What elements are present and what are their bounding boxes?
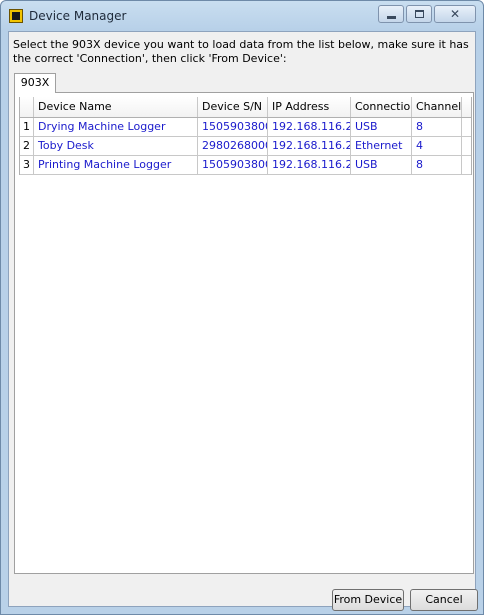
table-row[interactable]: 1 Drying Machine Logger 15059038002 192.… xyxy=(20,118,471,137)
device-manager-window: Device Manager ✕ Select the 903X device … xyxy=(0,0,484,615)
ip-address-cell[interactable]: 192.168.116.24 xyxy=(268,137,351,155)
minimize-icon xyxy=(387,16,396,19)
row-filler xyxy=(462,137,471,155)
instructions-text: Select the 903X device you want to load … xyxy=(13,38,469,65)
maximize-button[interactable] xyxy=(406,5,432,23)
caption-buttons: ✕ xyxy=(378,5,476,25)
connection-cell[interactable]: USB xyxy=(351,118,412,136)
channels-cell[interactable]: 4 xyxy=(412,137,462,155)
minimize-button[interactable] xyxy=(378,5,404,23)
column-header-device-sn[interactable]: Device S/N xyxy=(198,97,268,117)
column-header-channels[interactable]: Channels xyxy=(412,97,462,117)
channels-cell[interactable]: 8 xyxy=(412,156,462,174)
table-row[interactable]: 3 Printing Machine Logger 15059038001 19… xyxy=(20,156,471,175)
row-filler xyxy=(462,118,471,136)
device-sn-cell[interactable]: 15059038002 xyxy=(198,118,268,136)
row-index: 2 xyxy=(20,137,34,155)
tab-panel-903x: Device Name Device S/N IP Address Connec… xyxy=(14,92,474,574)
cancel-button[interactable]: Cancel xyxy=(410,589,478,611)
maximize-icon xyxy=(415,10,424,18)
channels-cell[interactable]: 8 xyxy=(412,118,462,136)
row-index: 1 xyxy=(20,118,34,136)
from-device-button[interactable]: From Device xyxy=(332,589,404,611)
row-filler xyxy=(462,156,471,174)
logger-app-icon xyxy=(9,9,23,23)
ip-address-cell[interactable]: 192.168.116.23 xyxy=(268,156,351,174)
device-name-cell[interactable]: Toby Desk xyxy=(34,137,198,155)
close-button[interactable]: ✕ xyxy=(434,5,476,23)
device-sn-cell[interactable]: 15059038001 xyxy=(198,156,268,174)
device-grid: Device Name Device S/N IP Address Connec… xyxy=(19,97,472,175)
grid-header-row: Device Name Device S/N IP Address Connec… xyxy=(20,97,471,118)
column-header-device-name[interactable]: Device Name xyxy=(34,97,198,117)
connection-cell[interactable]: USB xyxy=(351,156,412,174)
table-row[interactable]: 2 Toby Desk 29802680004 192.168.116.24 E… xyxy=(20,137,471,156)
column-filler xyxy=(462,97,471,117)
title-bar[interactable]: Device Manager ✕ xyxy=(1,1,483,31)
device-sn-cell[interactable]: 29802680004 xyxy=(198,137,268,155)
row-index: 3 xyxy=(20,156,34,174)
connection-cell[interactable]: Ethernet xyxy=(351,137,412,155)
dialog-client-area: Select the 903X device you want to load … xyxy=(8,31,478,611)
window-title: Device Manager xyxy=(29,9,127,23)
ip-address-cell[interactable]: 192.168.116.22 xyxy=(268,118,351,136)
column-header-ip-address[interactable]: IP Address xyxy=(268,97,351,117)
device-name-cell[interactable]: Drying Machine Logger xyxy=(34,118,198,136)
device-name-cell[interactable]: Printing Machine Logger xyxy=(34,156,198,174)
app-icon-mark xyxy=(12,12,20,20)
row-header-column xyxy=(20,97,34,117)
column-header-connection[interactable]: Connection xyxy=(351,97,412,117)
tab-903x[interactable]: 903X xyxy=(14,73,56,93)
close-icon: ✕ xyxy=(449,7,461,21)
